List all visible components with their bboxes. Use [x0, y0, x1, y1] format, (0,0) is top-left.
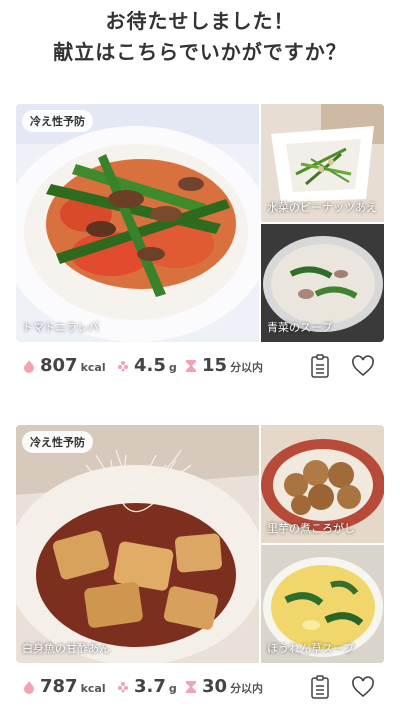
flame-icon	[24, 360, 34, 373]
salt-value: 3.7	[134, 676, 166, 697]
calories-stat: 807 kcal	[22, 349, 106, 383]
side-dish-photo-2[interactable]: 青菜のスープ	[261, 224, 384, 342]
side-dish-name-1: 水菜のピーナッツあえ	[267, 201, 377, 214]
salt-icon	[118, 682, 128, 693]
salt-stat: 3.7 g	[116, 670, 177, 704]
header-title-line2: 献立はこちらでいかがですか？	[53, 40, 347, 64]
calories-unit: kcal	[80, 361, 106, 374]
memo-icon[interactable]	[311, 675, 329, 699]
salt-unit: g	[168, 682, 177, 695]
main-dish-image	[16, 104, 259, 342]
time-unit: 分以内	[230, 361, 264, 374]
side-dish-name-2: ほうれん草スープ	[267, 642, 355, 655]
time-unit: 分以内	[230, 682, 264, 695]
heart-icon[interactable]	[351, 354, 375, 378]
side-dish-photo-1[interactable]: 水菜のピーナッツあえ	[261, 104, 384, 222]
main-dish-name: トマトニラレバ	[22, 321, 99, 334]
tag-badge: 冷え性予防	[22, 431, 93, 453]
time-stat: 15 分以内	[184, 349, 263, 383]
side-dish-name-2: 青菜のスープ	[267, 321, 333, 334]
nutrition-stats: 807 kcal 4.5 g 15 分以内	[16, 349, 384, 383]
calories-unit: kcal	[80, 682, 106, 695]
calories-value: 787	[40, 676, 78, 697]
salt-value: 4.5	[134, 355, 166, 376]
side-dish-name-1: 里芋の煮ころがし	[267, 522, 355, 535]
menu-photos: 冷え性予防 トマトニラレバ 水菜のピーナッツあえ 青菜のスープ	[16, 104, 384, 342]
time-value: 15	[202, 355, 228, 376]
memo-icon[interactable]	[311, 354, 329, 378]
heart-icon[interactable]	[351, 675, 375, 699]
salt-unit: g	[168, 361, 177, 374]
hourglass-icon	[186, 681, 196, 693]
time-value: 30	[202, 676, 228, 697]
salt-stat: 4.5 g	[116, 349, 177, 383]
main-dish-name: 白身魚の甘酢あん	[22, 642, 110, 655]
time-stat: 30 分以内	[184, 670, 263, 704]
calories-stat: 787 kcal	[22, 670, 106, 704]
header-title-line1: お待たせしました！	[105, 9, 295, 33]
salt-icon	[118, 361, 128, 372]
menu-photos: 冷え性予防 白身魚の甘酢あん 里芋の煮ころがし ほうれん草スープ	[16, 425, 384, 663]
side-dish-photo-1[interactable]: 里芋の煮ころがし	[261, 425, 384, 543]
hourglass-icon	[186, 360, 196, 372]
nutrition-stats: 787 kcal 3.7 g 30 分以内	[16, 670, 384, 704]
tag-badge: 冷え性予防	[22, 110, 93, 132]
calories-value: 807	[40, 355, 78, 376]
main-dish-photo[interactable]: 冷え性予防 白身魚の甘酢あん	[16, 425, 259, 663]
side-dish-photo-2[interactable]: ほうれん草スープ	[261, 545, 384, 663]
main-dish-photo[interactable]: 冷え性予防 トマトニラレバ	[16, 104, 259, 342]
flame-icon	[24, 681, 34, 694]
main-dish-image	[16, 425, 259, 663]
